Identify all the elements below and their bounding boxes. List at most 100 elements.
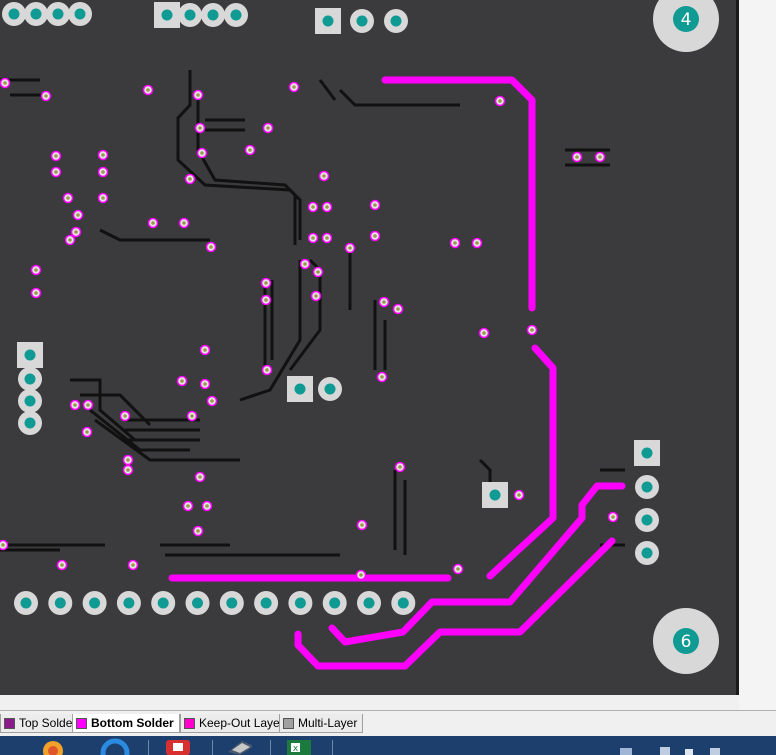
- via-hole: [146, 88, 150, 92]
- via-hole: [325, 205, 329, 209]
- via-hole: [101, 170, 105, 174]
- via-hole: [60, 563, 64, 567]
- via-hole: [205, 504, 209, 508]
- pad-hole: [52, 8, 64, 20]
- windows-taskbar: x: [0, 736, 776, 755]
- taskbar-separator: [212, 740, 213, 755]
- system-tray[interactable]: [610, 738, 730, 755]
- via-hole: [74, 230, 78, 234]
- via-hole: [292, 85, 296, 89]
- via-hole: [264, 298, 268, 302]
- via-hole: [266, 126, 270, 130]
- via-hole: [209, 245, 213, 249]
- pad-hole: [161, 9, 173, 21]
- via-hole: [86, 403, 90, 407]
- pad-hole: [54, 597, 66, 609]
- via-hole: [303, 262, 307, 266]
- via-hole: [196, 529, 200, 533]
- board-drawing[interactable]: 4 6: [0, 0, 736, 695]
- layer-color-swatch: [283, 717, 294, 729]
- via-hole: [396, 307, 400, 311]
- mounting-hole-6[interactable]: 6: [653, 608, 719, 674]
- layer-color-swatch: [76, 717, 87, 729]
- mounting-hole-label: 4: [681, 10, 692, 30]
- app-blue-ring-icon[interactable]: [100, 738, 130, 755]
- pad-hole: [322, 15, 334, 27]
- mounting-hole-label: 6: [681, 632, 692, 652]
- pcb-tool-icon[interactable]: [222, 738, 252, 755]
- via-hole: [73, 403, 77, 407]
- browser-icon[interactable]: [38, 738, 68, 755]
- pad-hole: [30, 8, 42, 20]
- via-hole: [34, 268, 38, 272]
- pad-hole: [324, 383, 336, 395]
- pad-hole: [489, 489, 501, 501]
- pcb-editor-canvas[interactable]: 4 6: [0, 0, 776, 710]
- via-hole: [380, 375, 384, 379]
- pad-hole: [8, 8, 20, 20]
- via-hole: [151, 221, 155, 225]
- pad-hole: [24, 417, 36, 429]
- layer-tab-bar: Top Solder Bottom Solder Keep-Out Layer …: [0, 710, 776, 736]
- pad-hole: [24, 349, 36, 361]
- via-hole: [182, 221, 186, 225]
- via-hole: [316, 270, 320, 274]
- tab-keep-out-layer[interactable]: Keep-Out Layer: [180, 714, 290, 733]
- pad-hole: [74, 8, 86, 20]
- via-hole: [180, 379, 184, 383]
- taskbar-separator: [270, 740, 271, 755]
- via-hole: [482, 331, 486, 335]
- via-hole: [101, 153, 105, 157]
- via-hole: [373, 234, 377, 238]
- bottom-solder-traces: [168, 76, 626, 670]
- canvas-margin: [739, 0, 776, 710]
- pad-hole: [641, 447, 653, 459]
- via-hole: [517, 493, 521, 497]
- pcb-board[interactable]: 4 6: [0, 0, 736, 695]
- via-hole: [359, 573, 363, 577]
- pad-hole: [294, 597, 306, 609]
- via-hole: [188, 177, 192, 181]
- vias: [0, 77, 619, 581]
- via-hole: [190, 414, 194, 418]
- via-hole: [203, 348, 207, 352]
- via-hole: [248, 148, 252, 152]
- via-hole: [1, 543, 5, 547]
- via-hole: [54, 170, 58, 174]
- via-hole: [373, 203, 377, 207]
- excel-icon[interactable]: x: [283, 738, 313, 755]
- mounting-hole-4[interactable]: 4: [653, 0, 719, 52]
- tab-multi-layer[interactable]: Multi-Layer: [279, 714, 364, 733]
- via-hole: [453, 241, 457, 245]
- via-hole: [264, 281, 268, 285]
- pad-hole: [184, 9, 196, 21]
- pad-hole: [230, 9, 242, 21]
- via-hole: [210, 399, 214, 403]
- pad-hole: [294, 383, 306, 395]
- via-hole: [101, 196, 105, 200]
- via-hole: [54, 154, 58, 158]
- pad-hole: [641, 481, 653, 493]
- via-hole: [314, 294, 318, 298]
- via-hole: [198, 126, 202, 130]
- tab-label: Keep-Out Layer: [199, 716, 284, 730]
- via-hole: [265, 368, 269, 372]
- via-hole: [66, 196, 70, 200]
- tab-top-solder[interactable]: Top Solder: [0, 714, 83, 733]
- via-hole: [126, 458, 130, 462]
- app-red-icon[interactable]: [163, 738, 193, 755]
- pad-hole: [641, 547, 653, 559]
- via-hole: [398, 465, 402, 469]
- pad-hole: [192, 597, 203, 609]
- pad-hole: [641, 514, 653, 526]
- via-hole: [598, 155, 602, 159]
- via-hole: [575, 155, 579, 159]
- pad-hole: [260, 597, 272, 609]
- tab-bottom-solder[interactable]: Bottom Solder: [72, 714, 180, 733]
- tab-label: Top Solder: [19, 716, 77, 730]
- pad-hole: [24, 373, 36, 385]
- pad-hole: [226, 597, 238, 609]
- pad-hole: [157, 597, 169, 609]
- via-hole: [203, 382, 207, 386]
- tab-label: Multi-Layer: [298, 716, 358, 730]
